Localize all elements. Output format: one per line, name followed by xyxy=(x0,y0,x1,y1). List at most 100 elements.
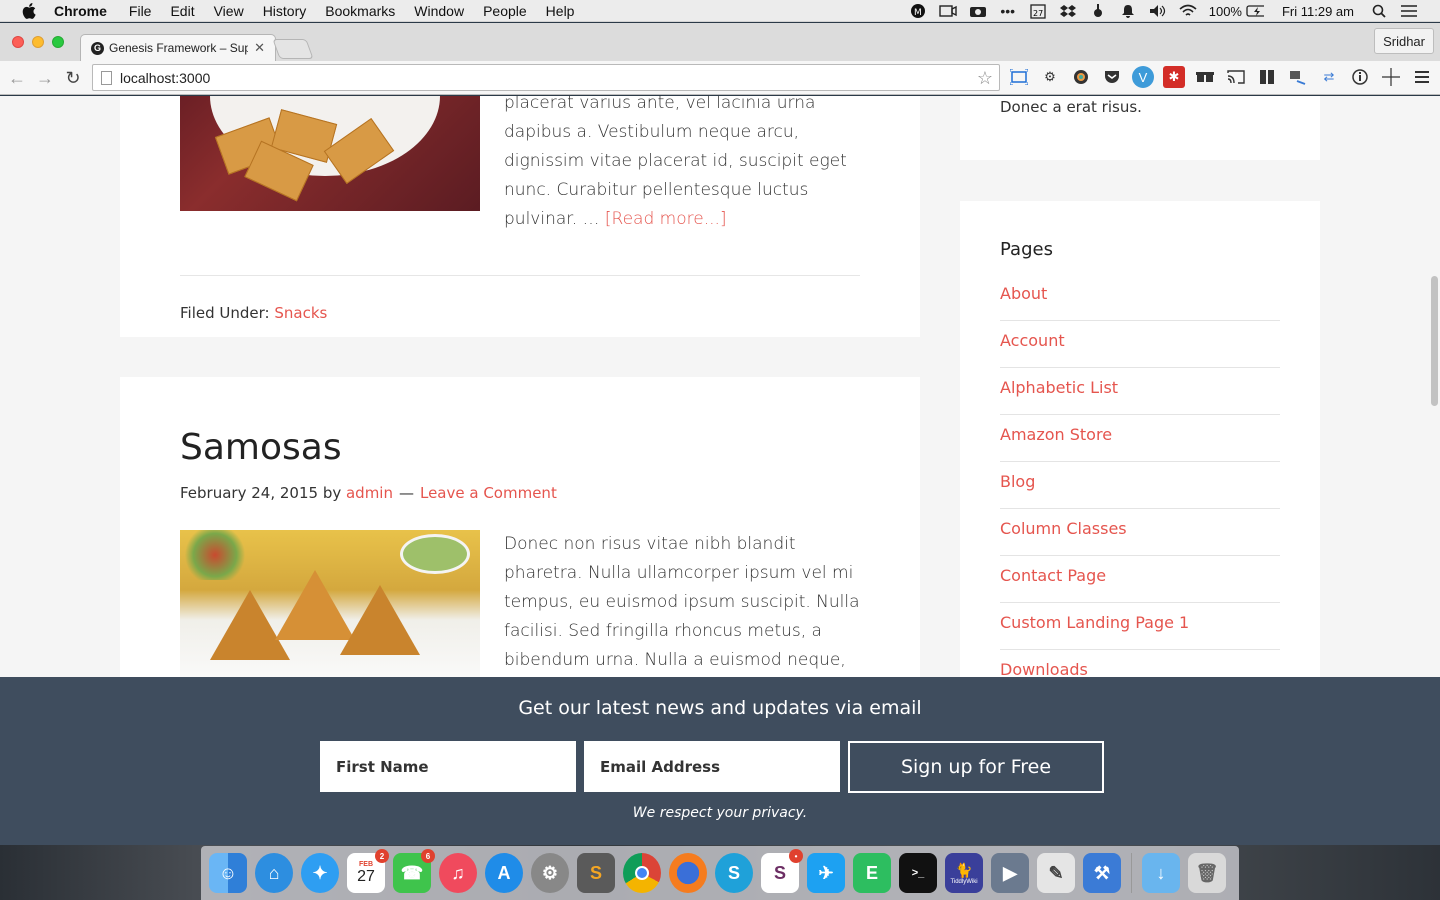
tiddlywiki-icon[interactable]: 🐈 TiddlyWiki xyxy=(945,853,983,893)
svg-text:27: 27 xyxy=(1033,9,1043,18)
page-link-amazon-store[interactable]: Amazon Store xyxy=(1000,415,1280,462)
forward-arrow-icon[interactable]: → xyxy=(35,68,55,88)
crosshair-icon[interactable] xyxy=(1380,66,1402,88)
menu-clock[interactable]: Fri 11:29 am xyxy=(1282,4,1354,19)
tiddlywiki-label: TiddlyWiki xyxy=(950,878,978,885)
dropbox-icon[interactable] xyxy=(1059,4,1077,18)
maximize-window-button[interactable] xyxy=(52,36,64,48)
notification-center-icon[interactable] xyxy=(1400,4,1418,18)
menu-app-name[interactable]: Chrome xyxy=(54,3,107,19)
screen-capture-icon[interactable] xyxy=(1008,66,1030,88)
notification-icon[interactable] xyxy=(1119,4,1137,18)
menu-bookmarks[interactable]: Bookmarks xyxy=(325,3,395,19)
apple-icon[interactable] xyxy=(22,2,36,19)
page-link-custom-landing-page[interactable]: Custom Landing Page 1 xyxy=(1000,603,1280,650)
sublime-text-icon[interactable]: S xyxy=(577,853,615,893)
downloads-folder-icon[interactable]: ↓ xyxy=(1142,853,1180,893)
preview-icon[interactable]: ✎ xyxy=(1037,853,1075,893)
battery-icon[interactable] xyxy=(1246,4,1264,18)
entry-footer-divider xyxy=(180,275,860,276)
glasses-icon[interactable] xyxy=(1194,66,1216,88)
network-icon[interactable] xyxy=(1287,66,1309,88)
flux-icon[interactable] xyxy=(1089,4,1107,18)
safari-icon[interactable]: ✦ xyxy=(301,853,339,893)
page-link-account[interactable]: Account xyxy=(1000,321,1280,368)
scrollbar-thumb[interactable] xyxy=(1431,276,1438,406)
close-window-button[interactable] xyxy=(12,36,24,48)
app-store-icon[interactable]: A xyxy=(485,853,523,893)
post-title[interactable]: Samosas xyxy=(180,427,342,468)
tab-close-icon[interactable]: ✕ xyxy=(254,40,265,56)
category-link[interactable]: Snacks xyxy=(274,304,327,322)
launchpad-icon[interactable]: ⌂ xyxy=(255,853,293,893)
menu-history[interactable]: History xyxy=(263,3,307,19)
sync-icon[interactable]: ⇄ xyxy=(1318,66,1340,88)
imovie-icon[interactable]: ▶ xyxy=(991,853,1029,893)
profile-button[interactable]: Sridhar xyxy=(1374,28,1434,54)
menu-people[interactable]: People xyxy=(483,3,527,19)
read-more-link[interactable]: [Read more...] xyxy=(605,209,727,229)
evernote-icon[interactable]: E xyxy=(853,853,891,893)
chrome-icon[interactable] xyxy=(623,853,661,893)
samosa-image[interactable] xyxy=(180,530,480,680)
xcode-icon[interactable]: ⚒ xyxy=(1083,853,1121,893)
slack-icon[interactable]: S • xyxy=(761,849,803,893)
color-picker-icon[interactable] xyxy=(1070,66,1092,88)
menu-help[interactable]: Help xyxy=(546,3,575,19)
filed-under: Filed Under: Snacks xyxy=(180,304,327,322)
chips-image[interactable] xyxy=(180,96,480,211)
info-icon[interactable] xyxy=(1349,66,1371,88)
menu-extra-m-icon[interactable]: M xyxy=(909,4,927,18)
pocket-icon[interactable] xyxy=(1101,66,1123,88)
settings-gear-icon[interactable]: ⚙ xyxy=(1039,66,1061,88)
address-bar[interactable]: localhost:3000 ☆ xyxy=(92,64,1000,91)
itunes-icon[interactable]: ♫ xyxy=(439,853,477,893)
page-link-alphabetic-list[interactable]: Alphabetic List xyxy=(1000,368,1280,415)
wifi-icon[interactable] xyxy=(1179,4,1197,18)
lastpass-icon[interactable]: ✱ xyxy=(1163,66,1185,88)
terminal-icon[interactable]: >_ xyxy=(899,853,937,893)
browser-tab[interactable]: G Genesis Framework – Supp ✕ xyxy=(80,34,276,61)
menu-edit[interactable]: Edit xyxy=(170,3,194,19)
menu-window[interactable]: Window xyxy=(414,3,464,19)
back-arrow-icon[interactable]: ← xyxy=(7,68,27,88)
signup-button[interactable]: Sign up for Free xyxy=(848,741,1104,793)
page-link-column-classes[interactable]: Column Classes xyxy=(1000,509,1280,556)
comment-link[interactable]: Leave a Comment xyxy=(420,484,557,502)
cast-icon[interactable] xyxy=(1225,66,1247,88)
battery-percent: 100% xyxy=(1208,3,1242,19)
columns-icon[interactable] xyxy=(1256,66,1278,88)
menu-view[interactable]: View xyxy=(214,3,244,19)
minimize-window-button[interactable] xyxy=(32,36,44,48)
firefox-icon[interactable] xyxy=(669,853,707,893)
page-link-contact-page[interactable]: Contact Page xyxy=(1000,556,1280,603)
calendar-icon[interactable]: 27 xyxy=(1029,3,1047,19)
chrome-menu-icon[interactable] xyxy=(1411,66,1433,88)
twitter-icon[interactable]: ✈ xyxy=(807,853,845,893)
system-preferences-icon[interactable]: ⚙ xyxy=(531,853,569,893)
calendar-app-icon[interactable]: FEB 27 2 xyxy=(347,849,389,893)
bookmark-star-icon[interactable]: ☆ xyxy=(977,68,993,89)
reload-icon[interactable]: ↻ xyxy=(63,68,83,88)
finder-icon[interactable]: ☺ xyxy=(209,853,247,893)
vimium-icon[interactable]: V xyxy=(1132,66,1154,88)
page-link-about[interactable]: About xyxy=(1000,274,1280,321)
facetime-icon[interactable]: ☎ 6 xyxy=(393,849,435,893)
sidebar-text-widget: Donec a erat risus. xyxy=(960,96,1320,160)
menu-file[interactable]: File xyxy=(129,3,152,19)
url-text[interactable]: localhost:3000 xyxy=(120,70,210,86)
spotlight-icon[interactable] xyxy=(1370,4,1388,18)
new-tab-button[interactable] xyxy=(272,39,314,59)
post-date: February 24, 2015 xyxy=(180,484,319,502)
volume-icon[interactable] xyxy=(1149,4,1167,18)
page-link-blog[interactable]: Blog xyxy=(1000,462,1280,509)
more-icon[interactable]: ••• xyxy=(999,3,1017,19)
first-name-input[interactable] xyxy=(320,741,576,792)
author-link[interactable]: admin xyxy=(346,484,393,502)
email-input[interactable] xyxy=(584,741,840,792)
trash-icon[interactable]: 🗑 xyxy=(1188,853,1226,893)
simplenote-icon[interactable]: S xyxy=(715,853,753,893)
camera-icon[interactable] xyxy=(939,4,957,18)
video-icon[interactable] xyxy=(969,4,987,18)
filed-label: Filed Under: xyxy=(180,304,275,322)
